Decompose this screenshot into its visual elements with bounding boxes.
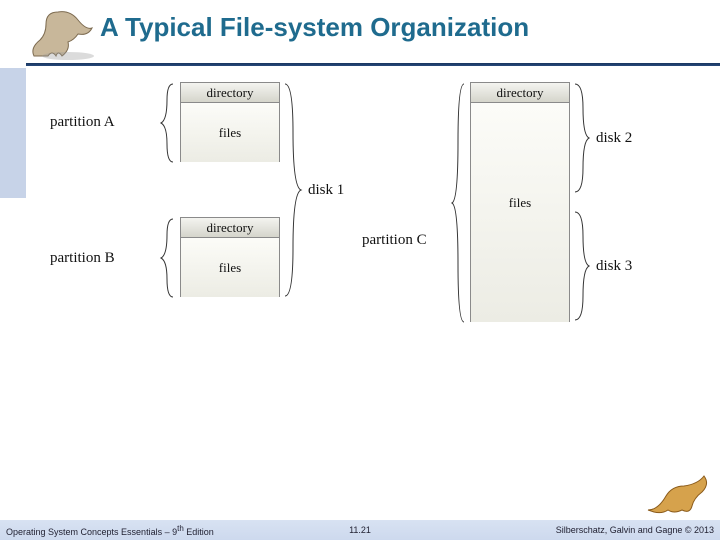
dinosaur-icon <box>644 466 714 516</box>
partition-b-label: partition B <box>50 250 115 267</box>
brace-icon <box>450 82 468 324</box>
partition-c-label: partition C <box>362 232 427 249</box>
partition-a-box: directory files <box>180 82 280 162</box>
brace-icon <box>159 217 177 299</box>
directory-header: directory <box>471 83 569 103</box>
files-body: files <box>181 238 279 297</box>
files-body: files <box>181 103 279 162</box>
brace-icon <box>573 210 591 322</box>
partition-b-box: directory files <box>180 217 280 297</box>
disk-2-label: disk 2 <box>596 130 632 147</box>
footer-book-text: Operating System Concepts Essentials – 9 <box>6 527 177 537</box>
footer-page: 11.21 <box>349 525 371 535</box>
disk-3-label: disk 3 <box>596 258 632 275</box>
directory-header: directory <box>181 218 279 238</box>
directory-header: directory <box>181 83 279 103</box>
files-body-label: files <box>509 195 531 211</box>
filesystem-diagram: directory files directory files partitio… <box>50 82 690 362</box>
partition-a-label: partition A <box>50 114 115 131</box>
footer-copyright: Silberschatz, Galvin and Gagne © 2013 <box>556 525 714 535</box>
files-body: files <box>471 103 569 322</box>
dinosaur-icon <box>28 6 98 62</box>
brace-icon <box>159 82 177 164</box>
footer-edition-tail: Edition <box>184 527 214 537</box>
footer: Operating System Concepts Essentials – 9… <box>0 520 720 540</box>
title-rule <box>26 63 720 66</box>
slide: A Typical File-system Organization direc… <box>0 0 720 540</box>
partition-c-box: directory files <box>470 82 570 322</box>
brace-icon <box>573 82 591 194</box>
disk-1-label: disk 1 <box>308 182 344 199</box>
footer-edition-suffix: th <box>177 524 184 533</box>
brace-icon <box>283 82 303 298</box>
sidebar-decoration <box>0 0 26 68</box>
slide-title: A Typical File-system Organization <box>100 12 700 43</box>
sidebar-decoration <box>0 68 26 198</box>
footer-book: Operating System Concepts Essentials – 9… <box>6 524 214 537</box>
sidebar-decoration <box>0 198 26 520</box>
